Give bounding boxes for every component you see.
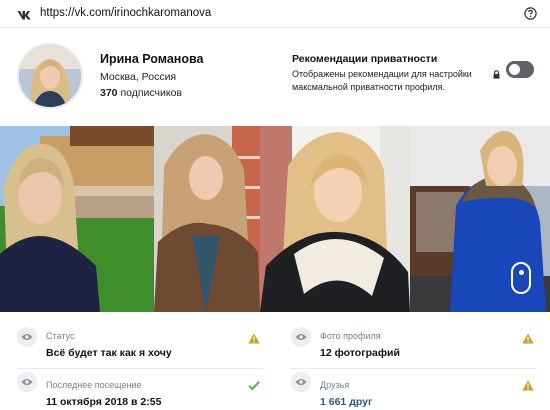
status-label: Статус xyxy=(46,331,75,341)
last-seen-label: Последнее посещение xyxy=(46,380,142,390)
eye-icon xyxy=(291,372,311,392)
profile-header: Ирина Романова Москва, Россия 370 подпис… xyxy=(0,29,550,126)
photos-value[interactable]: 12 фотографий xyxy=(320,347,400,359)
vk-logo-icon[interactable] xyxy=(17,8,32,20)
profile-city: Москва, Россия xyxy=(100,71,177,83)
followers-count[interactable]: 370 подписчиков xyxy=(100,87,182,99)
friends-label: Друзья xyxy=(320,380,350,390)
check-icon xyxy=(248,378,260,391)
friends-value[interactable]: 1 661 друг xyxy=(320,396,372,408)
last-seen-value: 11 октября 2018 в 2:55 xyxy=(46,396,162,408)
warning-icon xyxy=(522,331,534,344)
divider xyxy=(291,368,537,369)
warning-icon xyxy=(248,331,260,344)
photo-3[interactable] xyxy=(260,126,410,312)
followers-label: подписчиков xyxy=(120,87,183,99)
followers-number: 370 xyxy=(100,87,118,99)
privacy-title: Рекомендации приватности xyxy=(292,53,438,65)
photo-1[interactable] xyxy=(0,126,154,312)
eye-icon xyxy=(17,372,37,392)
help-icon[interactable] xyxy=(524,7,537,20)
eye-icon xyxy=(17,327,37,347)
scroll-handle[interactable] xyxy=(511,262,531,294)
divider xyxy=(17,368,263,369)
privacy-description: Отображены рекомендации для настройки ма… xyxy=(292,69,472,92)
privacy-toggle[interactable] xyxy=(506,61,534,78)
photo-2[interactable] xyxy=(154,126,260,312)
address-bar: https://vk.com/irinochkaromanova xyxy=(0,0,550,28)
photo-strip xyxy=(0,126,550,312)
warning-icon xyxy=(522,378,534,391)
scroll-dot xyxy=(519,270,524,275)
lock-icon xyxy=(493,66,500,79)
photos-label: Фото профиля xyxy=(320,331,381,341)
profile-info: Статус Всё будет так как я хочу Фото про… xyxy=(0,312,550,410)
toggle-knob xyxy=(509,64,520,75)
url-text[interactable]: https://vk.com/irinochkaromanova xyxy=(40,7,211,19)
status-value: Всё будет так как я хочу xyxy=(46,347,172,359)
eye-icon xyxy=(291,327,311,347)
profile-name[interactable]: Ирина Романова xyxy=(100,52,203,66)
avatar[interactable] xyxy=(17,43,83,109)
